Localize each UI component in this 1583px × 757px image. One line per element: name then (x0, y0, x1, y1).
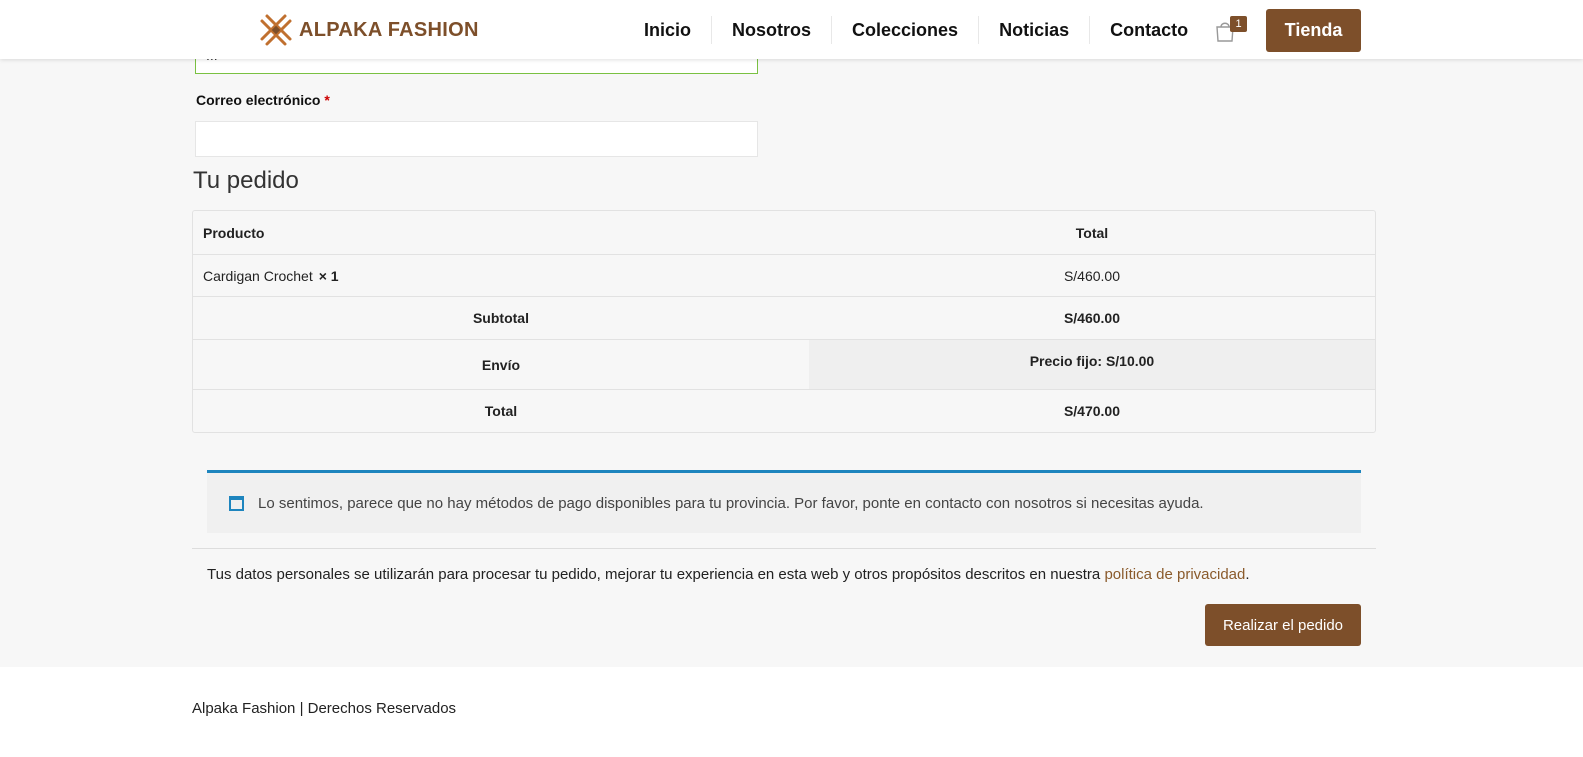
item-name: Cardigan Crochet (203, 267, 313, 284)
total-value: S/470.00 (1063, 403, 1120, 419)
required-mark: * (324, 92, 330, 108)
item-price: S/460.00 (1063, 267, 1120, 284)
logo-text: ALPAKA FASHION (299, 18, 479, 41)
notice-text: Lo sentimos, parece que no hay métodos d… (258, 494, 1204, 512)
cart-button[interactable]: 1 (1213, 16, 1247, 43)
total-row: Total S/470.00 (193, 389, 1375, 432)
subtotal-label: Subtotal (472, 310, 529, 326)
shipping-value: Precio fijo: S/10.00 (808, 340, 1375, 389)
nav-inicio[interactable]: Inicio (624, 16, 711, 44)
total-label: Total (484, 403, 518, 419)
privacy-policy-link[interactable]: política de privacidad (1104, 566, 1245, 583)
table-header-row: Producto Total (193, 211, 1375, 254)
site-header: ALPAKA FASHION Inicio Nosotros Coleccion… (0, 0, 1583, 59)
item-cell: Cardigan Crochet × 1 (193, 255, 809, 296)
subtotal-value: S/460.00 (1063, 310, 1120, 326)
table-row: Cardigan Crochet × 1 S/460.00 (193, 254, 1375, 296)
nav-contacto[interactable]: Contacto (1089, 16, 1208, 44)
privacy-notice: Tus datos personales se utilizarán para … (207, 566, 1250, 583)
nav-nosotros[interactable]: Nosotros (711, 16, 831, 44)
email-label-text: Correo electrónico (196, 92, 321, 108)
logo-icon (260, 14, 292, 46)
cart-count-badge: 1 (1230, 16, 1247, 32)
email-label: Correo electrónico * (196, 92, 330, 108)
order-table: Producto Total Cardigan Crochet × 1 S/46… (192, 210, 1376, 433)
privacy-end: . (1245, 566, 1250, 583)
shipping-label: Envío (193, 340, 809, 389)
divider (192, 548, 1376, 549)
item-qty: × 1 (318, 267, 339, 284)
logo[interactable]: ALPAKA FASHION (259, 13, 479, 47)
main-nav: Inicio Nosotros Colecciones Noticias Con… (624, 16, 1208, 44)
subtotal-row: Subtotal S/460.00 (193, 296, 1375, 339)
nav-noticias[interactable]: Noticias (978, 16, 1089, 44)
payment-notice: Lo sentimos, parece que no hay métodos d… (207, 470, 1361, 533)
place-order-button[interactable]: Realizar el pedido (1205, 604, 1361, 646)
privacy-text: Tus datos personales se utilizarán para … (207, 566, 1101, 583)
shop-button[interactable]: Tienda (1266, 9, 1361, 52)
email-input[interactable] (195, 121, 758, 157)
window-icon (229, 495, 244, 511)
order-title: Tu pedido (193, 167, 299, 194)
header-product: Producto (203, 224, 265, 241)
shipping-row: Envío Precio fijo: S/10.00 (193, 339, 1375, 389)
footer-text: Alpaka Fashion | Derechos Reservados (192, 700, 457, 717)
header-total: Total (1075, 224, 1109, 241)
nav-colecciones[interactable]: Colecciones (831, 16, 978, 44)
